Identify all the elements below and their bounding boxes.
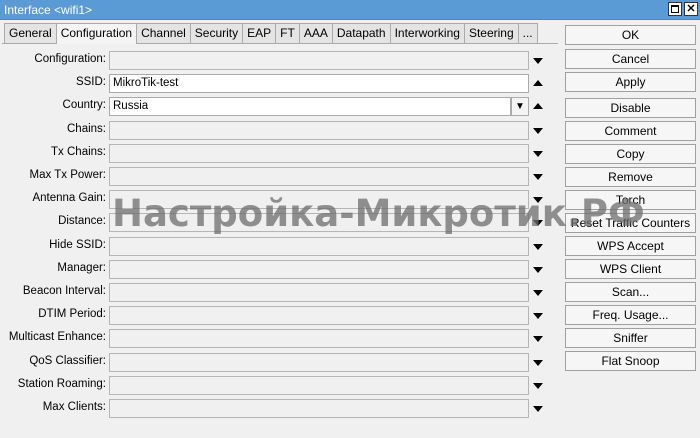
tab-more[interactable]: ... xyxy=(517,23,538,43)
field-row: Max Tx Power: xyxy=(0,167,556,186)
tab-aaa[interactable]: AAA xyxy=(298,23,333,43)
field-input[interactable] xyxy=(109,143,529,163)
tab-configuration[interactable]: Configuration xyxy=(55,23,138,44)
disable-button[interactable]: Disable xyxy=(565,98,696,118)
field-input[interactable] xyxy=(109,167,529,186)
field-input[interactable] xyxy=(109,51,529,70)
field-label: Station Roaming: xyxy=(17,377,106,390)
field-input[interactable] xyxy=(109,236,529,256)
field-input[interactable] xyxy=(109,190,529,210)
dropdown-toggle-icon[interactable]: ▼ xyxy=(511,97,529,117)
field-input[interactable] xyxy=(109,213,529,233)
collapse-arrow-icon[interactable] xyxy=(531,100,545,113)
field-row: QoS Classifier: xyxy=(0,352,556,372)
field-label: Max Tx Power: xyxy=(29,169,106,181)
field-input[interactable] xyxy=(109,259,529,279)
expand-arrow-icon[interactable] xyxy=(531,402,545,415)
field-input[interactable]: MikroTik-test xyxy=(109,74,529,94)
cancel-button[interactable]: Cancel xyxy=(565,49,696,69)
field-row: Configuration: xyxy=(0,51,556,70)
expand-arrow-icon[interactable] xyxy=(531,54,545,67)
field-row: Max Clients: xyxy=(0,399,556,418)
field-row: DTIM Period: xyxy=(0,306,556,326)
expand-arrow-icon[interactable] xyxy=(531,356,545,369)
field-row: Hide SSID: xyxy=(0,236,556,256)
torch-button[interactable]: Torch xyxy=(565,190,696,210)
tab-eap[interactable]: EAP xyxy=(242,23,277,43)
field-row: Chains: xyxy=(0,120,556,140)
scan-button[interactable]: Scan... xyxy=(565,282,696,302)
tab-bar: General Configuration Channel Security EAP FT… xyxy=(4,23,538,44)
ok-button[interactable]: OK xyxy=(565,25,696,45)
field-input[interactable] xyxy=(109,120,529,140)
field-input[interactable]: Russia xyxy=(109,97,511,117)
field-label: Configuration: xyxy=(34,53,106,65)
field-label: Manager: xyxy=(57,261,106,274)
tab-steering[interactable]: Steering xyxy=(463,23,519,43)
expand-arrow-icon[interactable] xyxy=(531,193,545,206)
tab-security[interactable]: Security xyxy=(189,23,244,43)
field-label: QoS Classifier: xyxy=(29,354,106,367)
flat-snoop-button[interactable]: Flat Snoop xyxy=(565,351,696,371)
field-label: Chains: xyxy=(67,122,106,135)
field-label: DTIM Period: xyxy=(38,308,106,321)
field-label: Tx Chains: xyxy=(51,145,106,158)
expand-arrow-icon[interactable] xyxy=(531,309,545,322)
tab-ft[interactable]: FT xyxy=(275,23,300,43)
close-icon[interactable]: ✕ xyxy=(684,2,698,16)
collapse-arrow-icon[interactable] xyxy=(531,77,545,90)
field-label: Multicast Enhance: xyxy=(8,331,106,344)
field-input[interactable] xyxy=(109,352,529,372)
copy-button[interactable]: Copy xyxy=(565,144,696,164)
field-label: Distance: xyxy=(58,215,106,228)
field-input[interactable] xyxy=(109,375,529,395)
tab-general[interactable]: General xyxy=(4,23,57,43)
field-label: Antenna Gain: xyxy=(32,192,106,205)
field-input[interactable] xyxy=(109,399,529,418)
field-row: SSID: MikroTik-test xyxy=(0,74,556,94)
expand-arrow-icon[interactable] xyxy=(531,240,545,253)
field-label: SSID: xyxy=(75,76,106,89)
sniffer-button[interactable]: Sniffer xyxy=(565,328,696,348)
expand-arrow-icon[interactable] xyxy=(531,332,545,345)
reset-traffic-counters-button[interactable]: Reset Traffic Counters xyxy=(565,213,696,233)
expand-arrow-icon[interactable] xyxy=(531,263,545,276)
field-row: Tx Chains: xyxy=(0,143,556,163)
field-row: Country: Russia ▼ xyxy=(0,97,556,117)
field-label: Max Clients: xyxy=(42,401,106,413)
tab-interworking[interactable]: Interworking xyxy=(389,23,465,43)
apply-button[interactable]: Apply xyxy=(565,72,696,92)
tab-channel[interactable]: Channel xyxy=(136,23,191,43)
field-label: Beacon Interval: xyxy=(22,285,106,297)
expand-arrow-icon[interactable] xyxy=(531,286,545,299)
tab-datapath[interactable]: Datapath xyxy=(331,23,391,43)
expand-arrow-icon[interactable] xyxy=(531,124,545,137)
freq-usage-button[interactable]: Freq. Usage... xyxy=(565,305,696,325)
expand-arrow-icon[interactable] xyxy=(531,170,545,183)
maximize-icon[interactable] xyxy=(668,2,682,16)
field-row: Beacon Interval: xyxy=(0,283,556,302)
window-title: Interface <wifi1> xyxy=(4,3,93,17)
expand-arrow-icon[interactable] xyxy=(531,379,545,392)
expand-arrow-icon[interactable] xyxy=(531,147,545,160)
field-input[interactable] xyxy=(109,283,529,302)
expand-arrow-icon[interactable] xyxy=(531,216,545,229)
remove-button[interactable]: Remove xyxy=(565,167,696,187)
window-titlebar[interactable]: Interface <wifi1> ✕ xyxy=(0,0,700,20)
field-row: Manager: xyxy=(0,259,556,279)
wps-client-button[interactable]: WPS Client xyxy=(565,259,696,279)
wps-accept-button[interactable]: WPS Accept xyxy=(565,236,696,256)
field-row: Station Roaming: xyxy=(0,375,556,395)
field-row: Multicast Enhance: xyxy=(0,329,556,349)
field-input[interactable] xyxy=(109,306,529,326)
comment-button[interactable]: Comment xyxy=(565,121,696,141)
field-row: Distance: xyxy=(0,213,556,233)
field-input[interactable] xyxy=(109,329,529,349)
field-row: Antenna Gain: xyxy=(0,190,556,210)
field-label: Hide SSID: xyxy=(49,238,106,251)
field-label: Country: xyxy=(62,99,106,112)
